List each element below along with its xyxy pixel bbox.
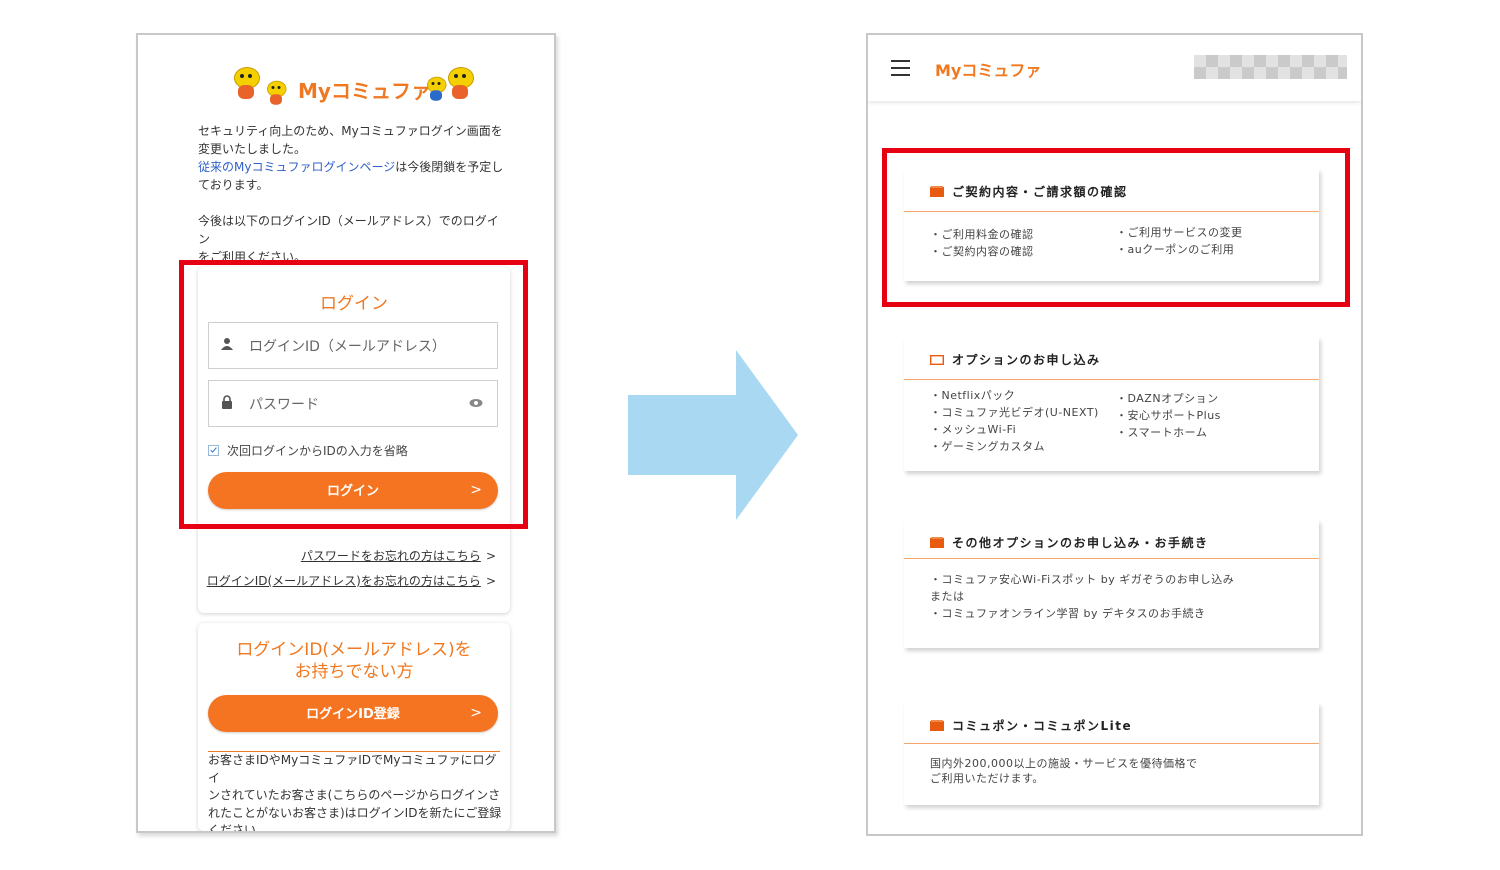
other-options-card[interactable]: その他オプションのお申し込み・お手続き ・コミュファ安心Wi-Fiスポット by… (904, 520, 1319, 648)
forgot-password-row: パスワードをお忘れの方はこちら > (301, 545, 496, 564)
brand-logo: Myコミュファ (298, 79, 431, 103)
mascot-icon (426, 76, 447, 101)
book-icon (930, 537, 944, 548)
logo-header: Myコミュファ (138, 63, 554, 113)
card-items-right: ・DAZNオプション ・安心サポートPlus ・スマートホーム (1116, 392, 1221, 439)
book-icon (930, 720, 944, 731)
notice-text: セキュリティ向上のため、Myコミュファログイン画面を 変更いたしました。 従来の… (198, 124, 504, 264)
mascot-icon (266, 80, 287, 105)
register-note: お客さまIDやMyコミュファIDでMyコミュファにログイ ンされていたお客さま(… (208, 753, 502, 833)
mascot-icon (232, 67, 260, 99)
forgot-id-row: ログインID(メールアドレス)をお忘れの方はこちら > (207, 570, 496, 589)
top-bar: Myコミュファ (868, 35, 1361, 101)
register-id-button[interactable]: ログインID登録 > (208, 695, 498, 732)
chevron-right-icon: > (485, 574, 496, 588)
arrow-right-icon (628, 350, 798, 520)
login-highlight-box (179, 260, 528, 529)
no-id-title: ログインID(メールアドレス)を お持ちでない方 (236, 640, 472, 682)
card-items-left: ・コミュファ安心Wi-Fiスポット by ギガぞうのお申し込み または ・コミュ… (930, 573, 1235, 620)
brand-logo: Myコミュファ (935, 61, 1042, 80)
option-apply-card[interactable]: オプションのお申し込み ・Netflixパック ・コミュファ光ビデオ(U-NEX… (904, 337, 1319, 471)
divider (904, 558, 1319, 559)
old-login-page-link[interactable]: 従来のMyコミュファログインページ (198, 160, 395, 174)
divider (904, 743, 1319, 744)
forgot-password-link[interactable]: パスワードをお忘れの方はこちら (301, 549, 481, 563)
billing-highlight-box (882, 148, 1350, 307)
mascot-icon (446, 67, 474, 99)
card-description: 国内外200,000以上の施設・サービスを優待価格で ご利用いただけます。 (930, 757, 1198, 785)
card-items-left: ・Netflixパック ・コミュファ光ビデオ(U-NEXT) ・メッシュWi-F… (930, 389, 1099, 453)
masked-user-info (1194, 55, 1347, 79)
book-outline-icon (930, 355, 944, 365)
commupon-card[interactable]: コミュポン・コミュポンLite 国内外200,000以上の施設・サービスを優待価… (904, 703, 1319, 805)
chevron-right-icon: > (470, 705, 482, 721)
register-card: ログインID(メールアドレス)を お持ちでない方 ログインID登録 > お客さま… (198, 623, 510, 831)
forgot-id-link[interactable]: ログインID(メールアドレス)をお忘れの方はこちら (207, 574, 481, 588)
chevron-right-icon: > (485, 549, 496, 563)
divider (904, 379, 1319, 380)
hamburger-menu-icon[interactable] (891, 60, 910, 76)
